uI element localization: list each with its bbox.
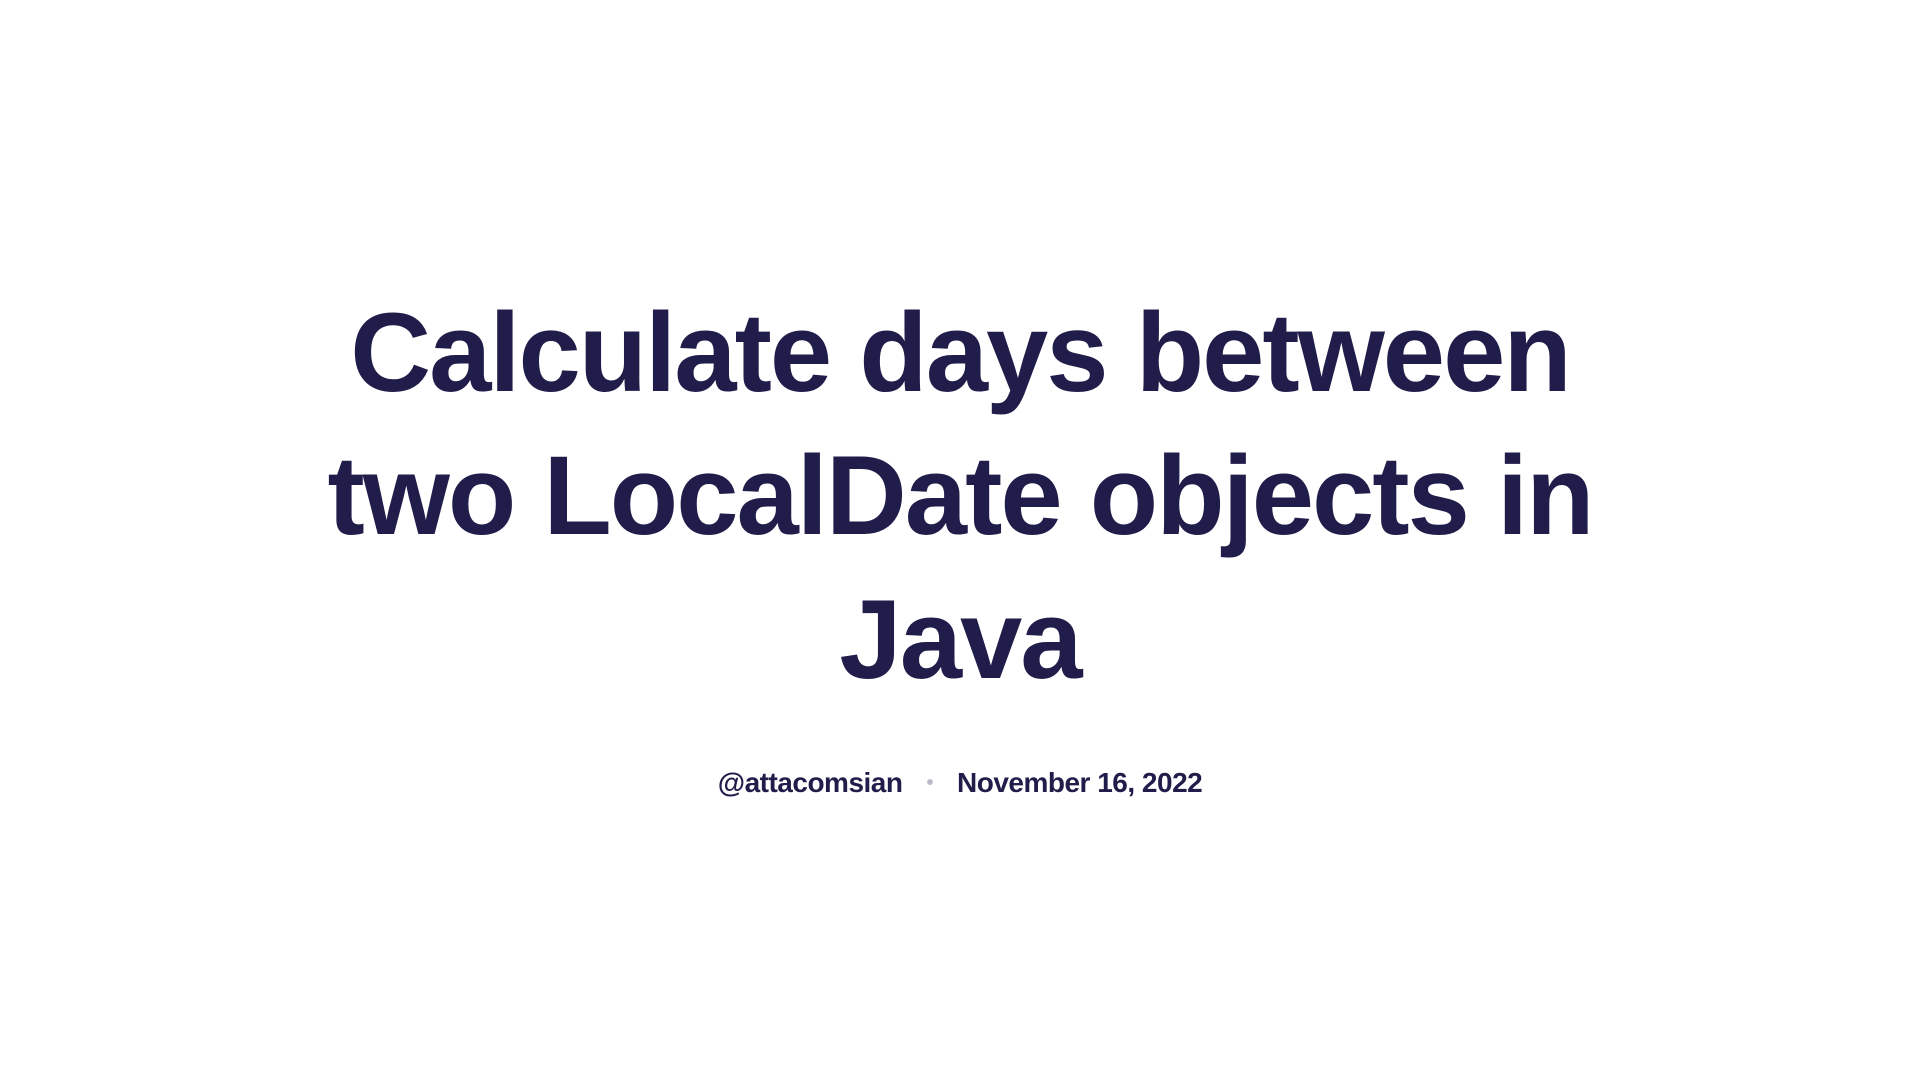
meta-separator: • xyxy=(926,772,933,795)
author-handle[interactable]: @attacomsian xyxy=(718,767,903,799)
article-title: Calculate days between two LocalDate obj… xyxy=(310,281,1610,711)
publish-date: November 16, 2022 xyxy=(957,767,1202,799)
article-header: Calculate days between two LocalDate obj… xyxy=(310,281,1610,799)
article-meta: @attacomsian • November 16, 2022 xyxy=(310,767,1610,799)
